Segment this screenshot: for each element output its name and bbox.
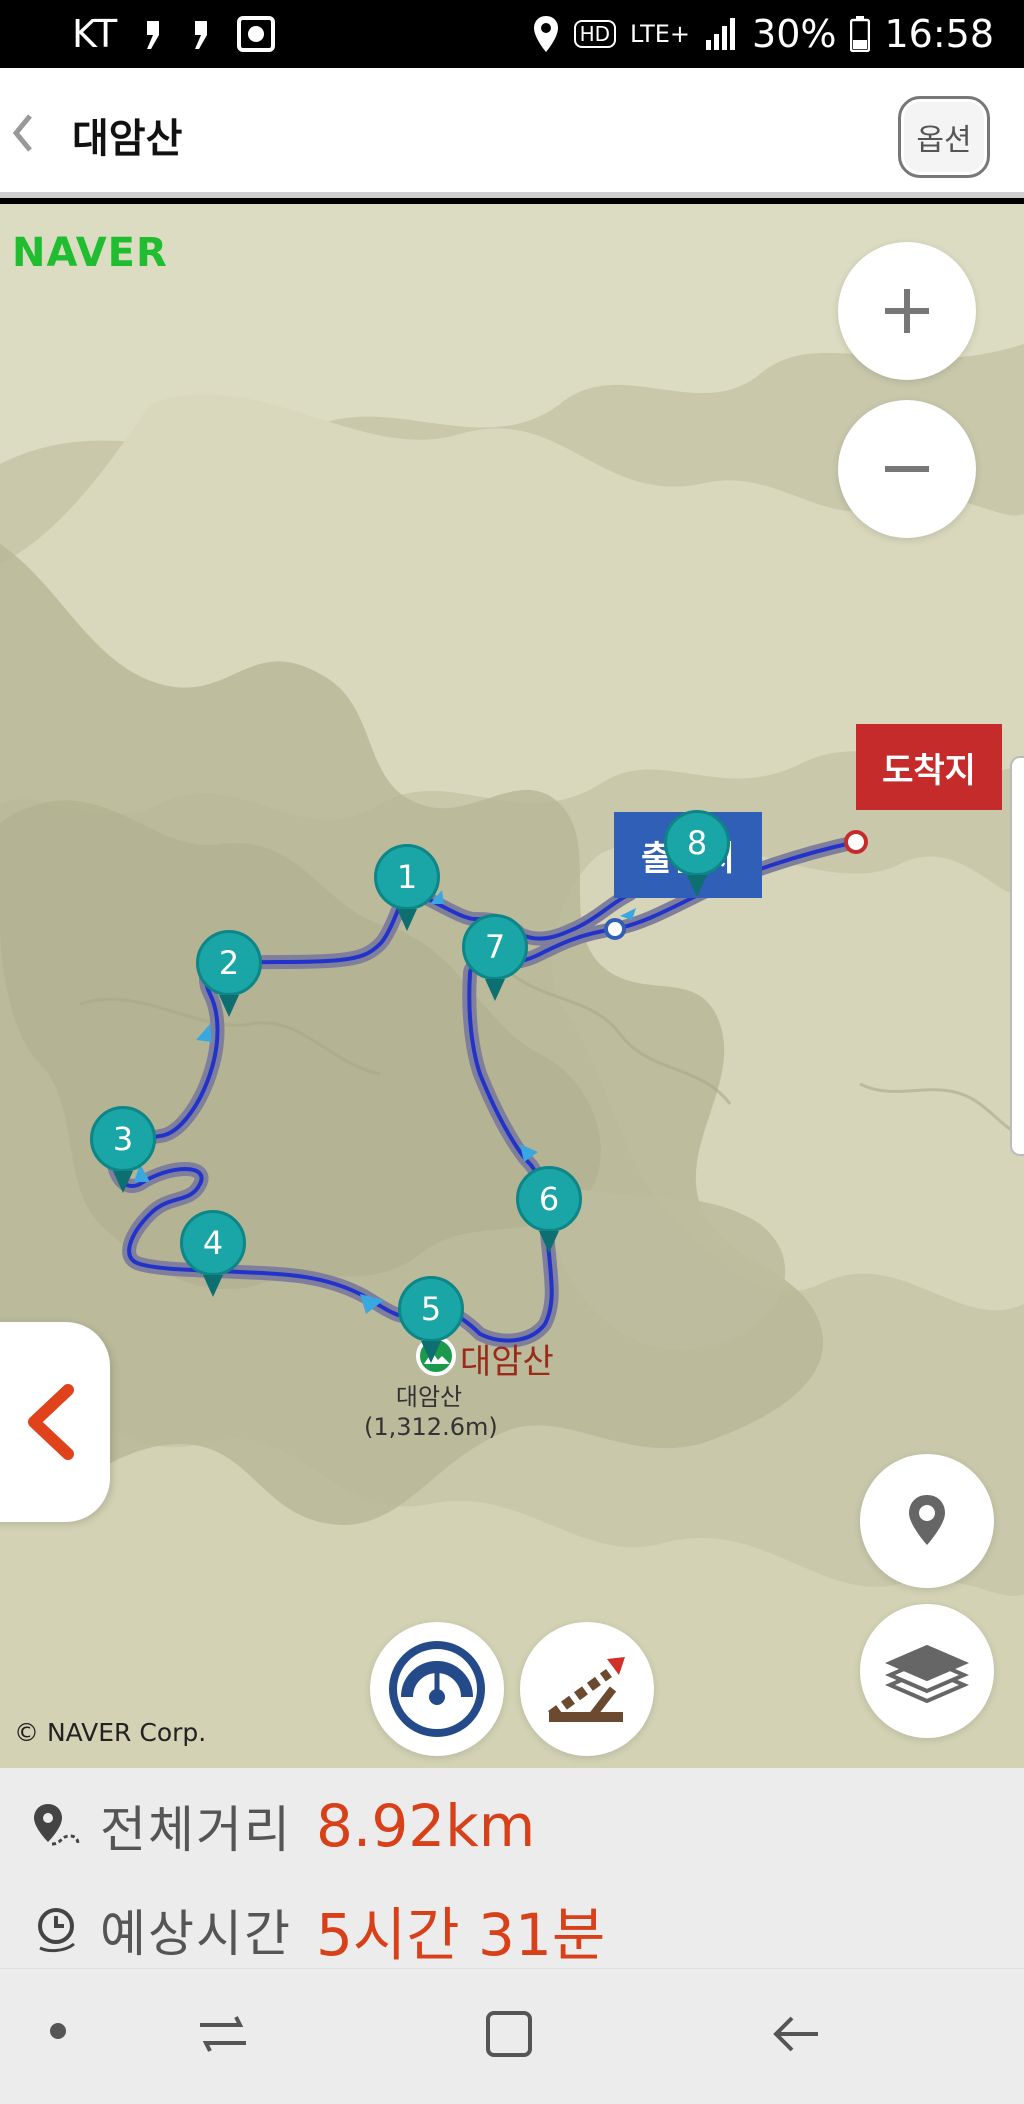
peak-label: 대암산 [460, 1342, 554, 1382]
end-flag: 도착지 [856, 724, 1002, 810]
slope-icon [548, 1657, 625, 1722]
recent-apps-icon [200, 2016, 246, 2052]
my-location-button[interactable] [860, 1454, 994, 1588]
distance-value: 8.92km [316, 1792, 536, 1860]
carrier-label: KT [72, 12, 118, 56]
options-button[interactable]: 옵션 [898, 96, 990, 178]
notification-icon [141, 17, 165, 51]
location-pin-icon [909, 1495, 945, 1545]
speedometer-icon [389, 1641, 485, 1737]
back-nav-button[interactable] [770, 2009, 822, 2059]
route-summary: 전체거리 8.92km 예상시간 5시간 31분 [0, 1768, 1024, 1969]
zoom-out-button[interactable] [838, 400, 976, 538]
peak-name: 대암산 [395, 1383, 463, 1411]
back-button[interactable] [8, 108, 48, 158]
record-icon [237, 16, 276, 52]
waypoint-marker[interactable]: 5 [398, 1276, 464, 1342]
zoom-in-button[interactable] [838, 242, 976, 380]
speed-button[interactable] [370, 1622, 504, 1756]
time-value: 5시간 31분 [316, 1901, 606, 1969]
app-bar: 대암산 옵션 [0, 68, 1024, 198]
waypoint-marker[interactable]: 4 [180, 1210, 246, 1276]
page-title: 대암산 [72, 116, 183, 162]
waypoint-marker[interactable]: 8 [664, 810, 730, 876]
slope-button[interactable] [520, 1622, 654, 1756]
minus-icon [885, 466, 929, 472]
system-nav-bar [0, 1968, 1024, 2104]
plus-icon [885, 289, 929, 333]
map-copyright: © NAVER Corp. [14, 1718, 207, 1747]
waypoint-marker[interactable]: 3 [90, 1106, 156, 1172]
clock: 16:58 [884, 12, 994, 56]
location-icon [532, 14, 560, 54]
time-label: 예상시간 [100, 1905, 292, 1963]
waypoint-marker[interactable]: 1 [374, 844, 440, 910]
battery-percent: 30% [752, 12, 837, 56]
back-arrow-icon [773, 2016, 818, 2052]
hd-label: HD [579, 22, 611, 46]
route-distance-icon [34, 1804, 80, 1846]
network-label: LTE+ [630, 20, 691, 48]
layers-icon [884, 1644, 970, 1704]
status-bar: KT HD LTE+ 30% 16:58 [0, 0, 1024, 68]
chevron-left-icon [28, 1384, 74, 1460]
hd-voice-icon: HD [573, 20, 617, 48]
waypoint-marker[interactable]: 6 [516, 1166, 582, 1232]
waypoint-marker[interactable]: 7 [462, 914, 528, 980]
nav-dot-icon[interactable] [48, 2021, 68, 2041]
peak-info: 대암산 (1,312.6m) [364, 1382, 498, 1442]
chevron-left-icon [12, 114, 32, 152]
map-view[interactable]: NAVER 도착지 출발지 1 2 3 4 5 6 7 8 대암산 대암산 (1… [0, 204, 1024, 1768]
naver-logo: NAVER [12, 230, 168, 276]
lte-icon: LTE+ [630, 20, 690, 48]
distance-row: 전체거리 8.92km [30, 1790, 535, 1862]
recent-apps-button[interactable] [196, 2009, 250, 2059]
battery-icon [850, 16, 871, 52]
time-row: 예상시간 5시간 31분 [30, 1888, 605, 1972]
waypoint-marker[interactable]: 2 [196, 930, 262, 996]
notification-icon [189, 17, 213, 51]
side-drawer-handle[interactable] [1010, 756, 1024, 1156]
map-layers-button[interactable] [860, 1604, 994, 1738]
home-icon [486, 2011, 532, 2057]
clock-icon [38, 1908, 75, 1953]
home-button[interactable] [484, 2009, 534, 2059]
peak-elevation: (1,312.6m) [364, 1413, 498, 1441]
distance-label: 전체거리 [100, 1801, 292, 1859]
side-panel-toggle[interactable] [0, 1322, 110, 1522]
signal-icon [704, 18, 738, 50]
